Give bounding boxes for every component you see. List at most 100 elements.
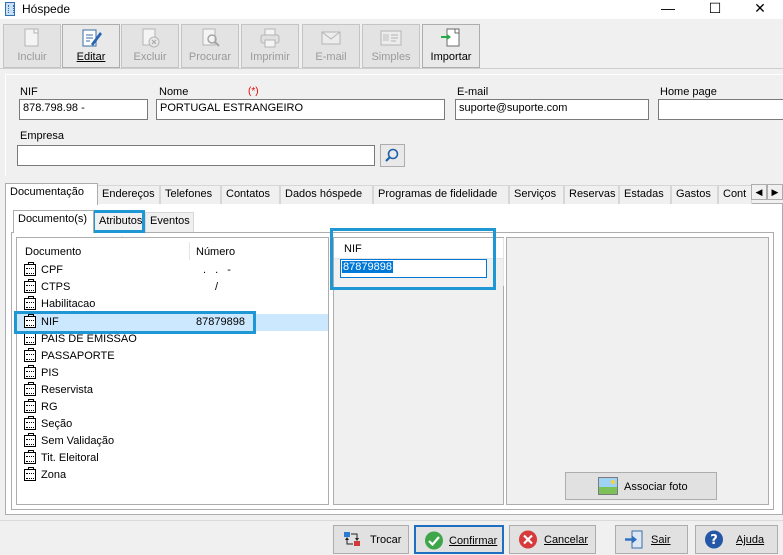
document-row-passaporte[interactable]: PASSAPORTE <box>17 348 328 365</box>
svg-text:?: ? <box>710 533 718 548</box>
edit-document-icon <box>82 29 102 47</box>
simples-button[interactable]: Simples <box>362 24 420 68</box>
document-name: RG <box>41 401 58 413</box>
new-document-icon <box>24 28 39 47</box>
document-row-reservista[interactable]: Reservista <box>17 382 328 399</box>
importar-button[interactable]: Importar <box>422 24 480 68</box>
homepage-label: Home page <box>660 86 717 98</box>
document-name: Reservista <box>41 384 93 396</box>
tab-cont[interactable]: Cont <box>718 185 752 204</box>
document-row-cpf[interactable]: CPF . . - <box>17 262 328 279</box>
email-button[interactable]: E-mail <box>302 24 360 68</box>
document-row-ctps[interactable]: CTPS / <box>17 279 328 296</box>
nif-label: NIF <box>20 86 38 98</box>
tab-enderecos[interactable]: Endereços <box>97 185 160 204</box>
tab-gastos[interactable]: Gastos <box>671 185 718 204</box>
tab-atributos[interactable]: Atributos <box>94 212 145 232</box>
sair-label: Sair <box>651 534 671 546</box>
attribute-header: NIF <box>334 238 503 259</box>
document-row-zona[interactable]: Zona <box>17 467 328 484</box>
document-name: NIF <box>41 316 59 328</box>
tab-reservas[interactable]: Reservas <box>564 185 619 204</box>
ajuda-button[interactable]: ? Ajuda <box>695 525 778 554</box>
trocar-button[interactable]: Trocar <box>333 525 409 554</box>
document-number: . . - <box>203 264 234 276</box>
procurar-label: Procurar <box>188 51 232 63</box>
tab-estadas[interactable]: Estadas <box>619 185 671 204</box>
cancelar-button[interactable]: Cancelar <box>509 525 596 554</box>
empresa-search-button[interactable] <box>380 144 405 167</box>
tab-telefones[interactable]: Telefones <box>160 185 221 204</box>
document-icon <box>24 416 36 430</box>
document-icon <box>24 331 36 345</box>
tab-scroll-right-button[interactable]: ▶ <box>767 184 783 200</box>
editar-button[interactable]: Editar <box>62 24 120 68</box>
confirmar-label: Confirmar <box>449 535 498 547</box>
delete-document-icon <box>142 28 160 48</box>
document-name: PASSAPORTE <box>41 350 115 362</box>
document-row-pis[interactable]: PIS <box>17 365 328 382</box>
document-row-rg[interactable]: RG <box>17 399 328 416</box>
documento-column-header[interactable]: Documento <box>25 246 81 258</box>
document-icon <box>24 365 36 379</box>
imprimir-button[interactable]: Imprimir <box>241 24 299 68</box>
envelope-icon <box>321 31 341 45</box>
document-name: CTPS <box>41 281 71 293</box>
cancelar-label: Cancelar <box>544 534 589 546</box>
main-tab-strip: Documentação Endereços Telefones Contato… <box>5 183 783 205</box>
document-row-nif[interactable]: NIF 87879898 <box>17 314 328 331</box>
procurar-button[interactable]: Procurar <box>181 24 239 68</box>
minimize-button[interactable]: — <box>645 0 691 19</box>
exit-door-icon <box>625 530 643 549</box>
close-button[interactable]: ✕ <box>737 0 783 19</box>
building-icon <box>5 2 15 16</box>
empresa-label: Empresa <box>20 130 65 142</box>
document-icon <box>24 433 36 447</box>
maximize-button[interactable]: ☐ <box>692 0 738 19</box>
document-row-secao[interactable]: Seção <box>17 416 328 433</box>
numero-column-header[interactable]: Número <box>196 246 235 258</box>
tab-dados-hospede[interactable]: Dados hóspede <box>280 185 373 204</box>
search-icon <box>385 148 399 162</box>
import-icon <box>441 28 460 47</box>
document-icon <box>24 467 36 481</box>
tab-programas-fidelidade[interactable]: Programas de fidelidade <box>373 185 509 204</box>
excluir-label: Excluir <box>133 51 167 63</box>
printer-icon <box>260 28 280 48</box>
attribute-value-text: 87879898 <box>342 261 393 273</box>
confirmar-button[interactable]: Confirmar <box>414 525 504 554</box>
tab-scroll-left-button[interactable]: ◀ <box>751 184 767 200</box>
document-name: PIS <box>41 367 59 379</box>
associar-foto-label: Associar foto <box>624 481 688 493</box>
attribute-value-input[interactable]: 87879898 <box>340 259 487 278</box>
document-icon <box>24 399 36 413</box>
document-row-habilitacao[interactable]: Habilitacao <box>17 296 328 313</box>
cancel-icon <box>519 530 537 549</box>
sair-button[interactable]: Sair <box>615 525 688 554</box>
email-field[interactable]: suporte@suporte.com <box>455 99 649 120</box>
document-number: 87879898 <box>196 316 245 328</box>
document-name: PAIS DE EMISSAO <box>41 333 137 345</box>
excluir-button[interactable]: Excluir <box>121 24 179 68</box>
picture-icon <box>598 477 618 495</box>
tab-servicos[interactable]: Serviços <box>509 185 564 204</box>
document-name: Habilitacao <box>41 298 96 310</box>
document-row-sem-validacao[interactable]: Sem Validação <box>17 433 328 450</box>
associar-foto-button[interactable]: Associar foto <box>565 472 717 500</box>
homepage-field[interactable] <box>658 99 783 120</box>
toolbar: Incluir Editar Excluir Procurar Imprimir… <box>0 21 783 69</box>
tab-eventos[interactable]: Eventos <box>145 212 194 232</box>
empresa-field[interactable] <box>17 145 375 166</box>
nif-field[interactable]: 878.798.98 - <box>19 99 148 120</box>
document-number: / <box>215 281 219 293</box>
required-marker: (*) <box>248 86 259 97</box>
document-row-tit-eleitoral[interactable]: Tit. Eleitoral <box>17 450 328 467</box>
incluir-button[interactable]: Incluir <box>3 24 61 68</box>
tab-documentacao[interactable]: Documentação <box>5 183 98 205</box>
tab-documentos[interactable]: Documento(s) <box>13 210 94 233</box>
document-icon <box>24 262 36 276</box>
tab-contatos[interactable]: Contatos <box>221 185 280 204</box>
nome-field[interactable]: PORTUGAL ESTRANGEIRO <box>156 99 445 120</box>
nome-label: Nome <box>159 86 189 98</box>
document-row-pais-emissao[interactable]: PAIS DE EMISSAO <box>17 331 328 348</box>
